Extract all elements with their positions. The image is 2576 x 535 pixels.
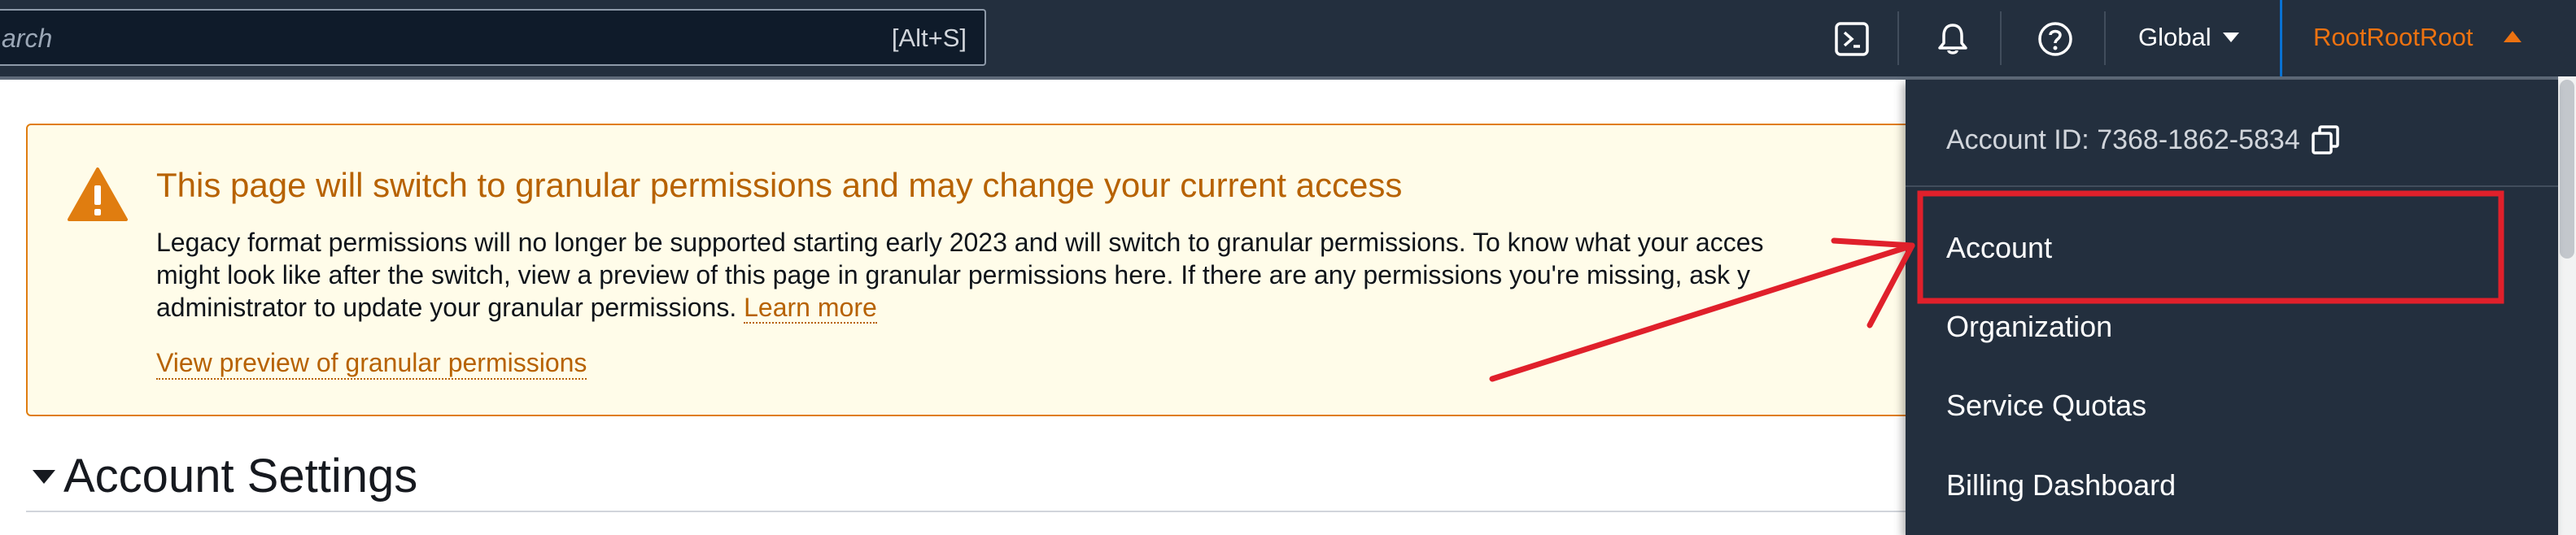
alert-body-line: administrator to update your granular pe… [156,291,2028,324]
alert-body-line: Legacy format permissions will no longer… [156,228,1764,257]
section-divider [26,511,1914,512]
view-preview-link[interactable]: View preview of granular permissions [156,348,587,380]
menu-item-account[interactable]: Account [1946,231,2052,265]
caret-up-icon [2504,31,2521,42]
menu-divider [1906,185,2558,187]
alert-body-line: might look like after the switch, view a… [156,260,1750,289]
account-menu-button[interactable]: RootRootRoot [2280,0,2564,76]
menu-item-organization[interactable]: Organization [1946,310,2112,344]
account-settings-heading[interactable]: Account Settings [63,449,417,503]
learn-more-link[interactable]: Learn more [744,293,877,324]
search-input[interactable]: arch [Alt+S] [0,9,986,66]
scrollbar-thumb[interactable] [2560,80,2574,259]
nav-separator [2104,11,2106,65]
top-navigation-bar: arch [Alt+S] Global RootRootRoot [0,0,2576,76]
help-icon[interactable] [2032,16,2078,62]
account-name: RootRootRoot [2313,23,2473,51]
granular-permissions-alert: This page will switch to granular permis… [26,124,2060,416]
bell-icon[interactable] [1930,16,1976,62]
cloudshell-icon[interactable] [1829,16,1875,62]
search-shortcut-hint: [Alt+S] [891,24,967,52]
nav-separator [1897,11,1899,65]
nav-separator [2000,11,2002,65]
account-id: Account ID: 7368-1862-5834 [1946,124,2300,155]
account-dropdown-menu: Account ID: 7368-1862-5834 Account Organ… [1906,80,2558,535]
alert-title: This page will switch to granular permis… [156,166,1403,204]
region-selector[interactable]: Global [2138,23,2239,52]
warning-icon [68,167,128,221]
alert-body-line-text: administrator to update your granular pe… [156,293,737,322]
search-input-text: arch [2,24,53,53]
copy-icon[interactable] [2310,124,2341,156]
collapse-caret-icon[interactable] [33,470,55,484]
alert-body: Legacy format permissions will no longer… [156,226,2028,324]
account-id-row: Account ID: 7368-1862-5834 [1946,124,2341,156]
menu-item-billing-dashboard[interactable]: Billing Dashboard [1946,468,2176,502]
region-label: Global [2138,23,2211,51]
menu-item-service-quotas[interactable]: Service Quotas [1946,389,2146,423]
caret-down-icon [2222,33,2239,42]
